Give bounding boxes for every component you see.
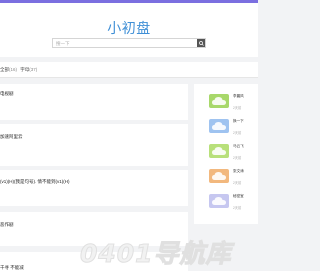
site-watermark: 0401导航库: [80, 234, 258, 269]
result-title[interactable]: (v1)(H)(我是句号). 情不能到(v1)(H): [0, 179, 70, 185]
recommend-sidebar: 李晨风 2天前 换一下 2天前 马云飞 2天前 张文涛 2天前 秘密宝 2天前: [194, 84, 258, 224]
cloud-drive-icon: [209, 119, 229, 133]
result-title[interactable]: 千寻 不能减: [0, 265, 24, 271]
sidebar-item[interactable]: 马云飞 2天前: [209, 141, 254, 165]
cloud-drive-icon: [209, 144, 229, 158]
result-title[interactable]: 加速阿里云: [0, 134, 23, 140]
sidebar-item-meta: 2天前: [233, 131, 242, 135]
filter-tabs: 全部(16) 字母(37): [0, 67, 37, 73]
sidebar-item-name: 换一下: [233, 119, 244, 123]
result-title[interactable]: 恶作剧: [0, 222, 14, 228]
search-button[interactable]: [197, 39, 205, 47]
sidebar-item-meta: 2天前: [233, 156, 242, 160]
search-box: [52, 38, 206, 48]
sidebar-item-name: 张文涛: [233, 169, 244, 173]
watermark-text: 0401导航库: [80, 239, 232, 269]
sidebar-item[interactable]: 李晨风 2天前: [209, 91, 254, 115]
cloud-drive-icon: [209, 194, 229, 208]
sidebar-item-meta: 2天前: [233, 181, 242, 185]
cloud-drive-icon: [209, 169, 229, 183]
cloud-drive-icon: [209, 94, 229, 108]
sidebar-item-meta: 2天前: [233, 106, 242, 110]
sidebar-item-name: 马云飞: [233, 144, 244, 148]
result-card[interactable]: (v1)(H)(我是句号). 情不能到(v1)(H): [0, 170, 188, 206]
filter-tab-all[interactable]: 全部(16): [0, 67, 17, 72]
search-input[interactable]: [56, 39, 196, 47]
sidebar-item[interactable]: 秘密宝 2天前: [209, 191, 254, 215]
search-icon: [198, 40, 204, 46]
filter-bar: 全部(16) 字母(37): [0, 62, 258, 78]
sidebar-item[interactable]: 换一下 2天前: [209, 116, 254, 140]
sidebar-item[interactable]: 张文涛 2天前: [209, 166, 254, 190]
sidebar-item-name: 李晨风: [233, 94, 244, 98]
result-title[interactable]: 电视剧: [0, 91, 14, 97]
sidebar-item-name: 秘密宝: [233, 194, 244, 198]
result-card[interactable]: 电视剧: [0, 84, 188, 120]
site-logo[interactable]: 小初盘: [0, 18, 258, 38]
filter-tab-words[interactable]: 字母(37): [20, 67, 37, 72]
site-header: 小初盘: [0, 3, 258, 57]
sidebar-item-meta: 2天前: [233, 206, 242, 210]
result-card[interactable]: 加速阿里云: [0, 124, 188, 166]
